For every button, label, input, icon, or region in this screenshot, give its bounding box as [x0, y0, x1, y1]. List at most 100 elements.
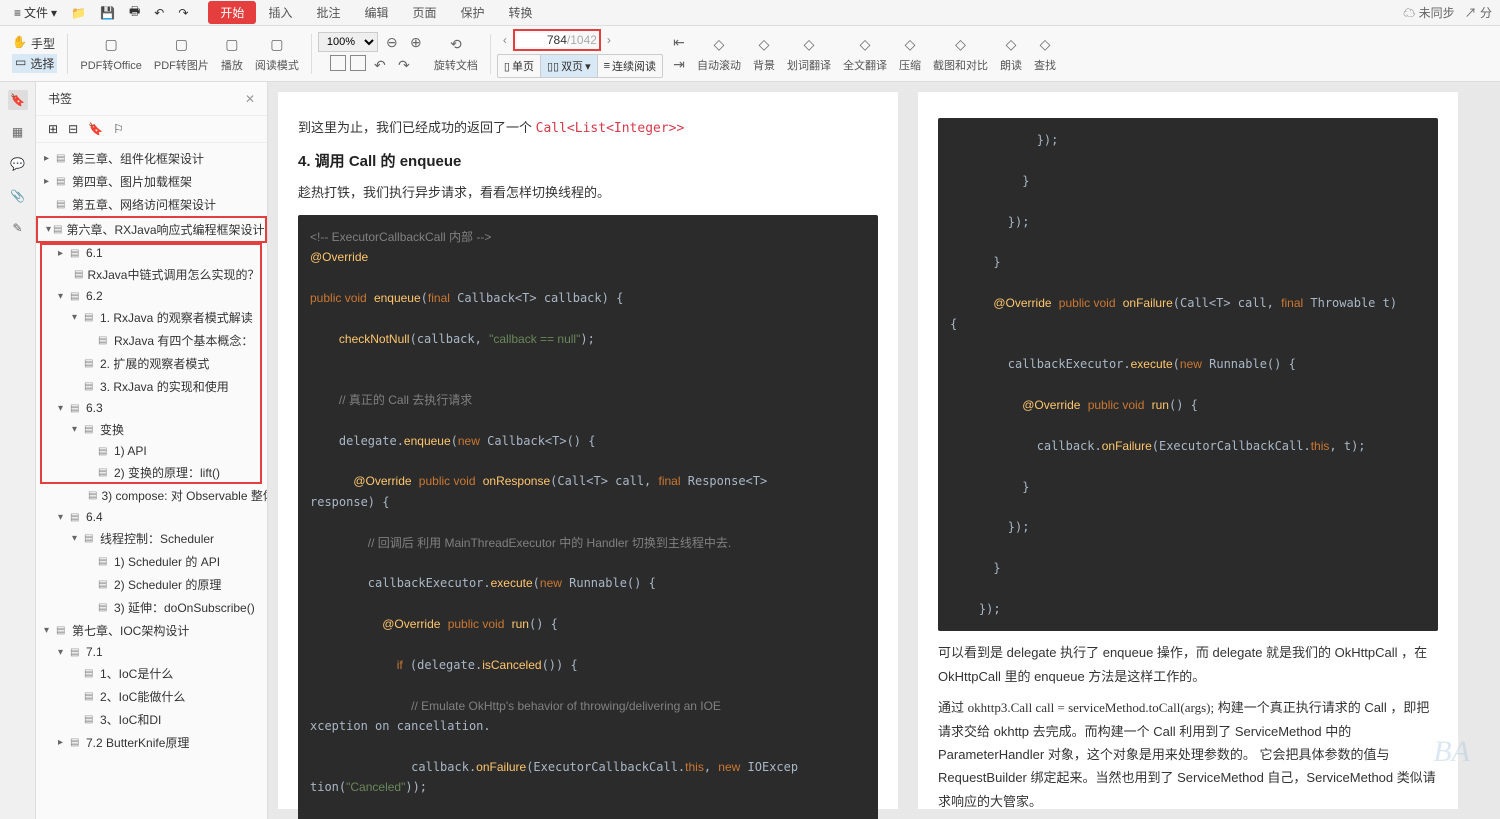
bookmark-item[interactable]: ▾▤6.2 — [36, 286, 267, 306]
undo-icon[interactable]: ↶ — [148, 4, 170, 22]
fit-page-icon[interactable] — [330, 55, 346, 71]
view-double[interactable]: ▯▯ 双页 ▾ — [541, 55, 598, 77]
tool-read-mode[interactable]: ▢阅读模式 — [249, 35, 305, 73]
thumbnail-rail-icon[interactable]: ▦ — [8, 122, 28, 142]
bookmark-item[interactable]: ▤3. RxJava 的实现和使用 — [36, 375, 267, 398]
tool-pdf-pic[interactable]: ▢PDF转图片 — [148, 35, 215, 73]
bookmark-item[interactable]: ▤2) 变换的原理：lift() — [36, 461, 267, 484]
select-tool[interactable]: ▭ 选择 — [12, 54, 57, 73]
bookmark-tree: ▸▤第三章、组件化框架设计▸▤第四章、图片加载框架▤第五章、网络访问框架设计▾▤… — [36, 143, 267, 819]
para: 趁热打铁，我们执行异步请求，看看怎样切换线程的。 — [298, 181, 878, 204]
tool-pdf-office[interactable]: ▢PDF转Office — [74, 35, 148, 73]
jump-last-icon[interactable]: ⇥ — [669, 55, 689, 75]
bookmark-item[interactable]: ▤1) Scheduler 的 API — [36, 550, 267, 573]
menubar: ≡ 文件 ▾ 📁 💾 🖶 ↶ ↷ 开始 插入 批注 编辑 页面 保护 转换 ☁ … — [0, 0, 1500, 26]
code-inline: Call<List<Integer>> — [536, 121, 685, 136]
page-total: /1042 — [567, 33, 597, 47]
bookmark-item[interactable]: ▤RxJava中链式调用怎么实现的？ — [36, 263, 267, 286]
tab-start[interactable]: 开始 — [208, 1, 256, 24]
bookmark-item[interactable]: ▤2. 扩展的观察者模式 — [36, 352, 267, 375]
bookmark-item[interactable]: ▾▤6.4 — [36, 507, 267, 527]
page-number-input[interactable] — [517, 33, 567, 47]
page-right: }); } }); } @Override public void onFail… — [918, 92, 1458, 809]
attach-rail-icon[interactable]: 📎 — [8, 186, 28, 206]
tool-wordtrans[interactable]: ◇划词翻译 — [781, 35, 837, 73]
rotate-right-icon[interactable]: ↷ — [394, 55, 414, 75]
bookmark-rail-icon[interactable]: 🔖 — [8, 90, 28, 110]
bookmark-sidebar: 书签 ✕ ⊞ ⊟ 🔖 ⚐ ▸▤第三章、组件化框架设计▸▤第四章、图片加载框架▤第… — [36, 82, 268, 819]
bookmark-item[interactable]: ▸▤6.1 — [36, 243, 267, 263]
tool-autoscroll[interactable]: ◇自动滚动 — [691, 35, 747, 73]
bookmark-item[interactable]: ▾▤第六章、RXJava响应式编程框架设计 — [36, 216, 267, 243]
page-left: 到这里为止，我们已经成功的返回了一个 Call<List<Integer>> 4… — [278, 92, 898, 809]
tab-insert[interactable]: 插入 — [256, 1, 304, 24]
bookmark-item[interactable]: ▾▤线程控制：Scheduler — [36, 527, 267, 550]
collapse-all-icon[interactable]: ⊟ — [68, 122, 78, 136]
bookmark-item[interactable]: ▾▤6.3 — [36, 398, 267, 418]
tab-review[interactable]: 批注 — [304, 1, 352, 24]
bookmark-item[interactable]: ▾▤第七章、IOC架构设计 — [36, 619, 267, 642]
redo-icon[interactable]: ↷ — [172, 4, 194, 22]
section-heading: 4. 调用 Call 的 enqueue — [298, 150, 878, 171]
view-cont[interactable]: ≡ 连续阅读 — [598, 55, 662, 77]
bookmark-item[interactable]: ▤第五章、网络访问框架设计 — [36, 193, 267, 216]
jump-first-icon[interactable]: ⇤ — [669, 33, 689, 53]
page-input-highlight: /1042 — [513, 29, 601, 51]
tool-bg[interactable]: ◇背景 — [747, 35, 781, 73]
prev-page[interactable]: ‹ — [497, 33, 513, 47]
share-btn[interactable]: ↗ 分 — [1465, 4, 1492, 21]
tool-compress[interactable]: ◇压缩 — [893, 35, 927, 73]
tab-convert[interactable]: 转换 — [497, 1, 545, 24]
zoom-out-icon[interactable]: ⊖ — [382, 32, 402, 52]
sync-status[interactable]: ☁ 未同步 — [1403, 4, 1454, 21]
bookmark-item[interactable]: ▤3) 延伸：doOnSubscribe() — [36, 596, 267, 619]
zoom-select[interactable]: 100% — [318, 32, 378, 52]
print-icon[interactable]: 🖶 — [123, 0, 146, 25]
code-block-left: <!-- ExecutorCallbackCall 内部 --> @Overri… — [298, 215, 878, 819]
comment-rail-icon[interactable]: 💬 — [8, 154, 28, 174]
tab-protect[interactable]: 保护 — [449, 1, 497, 24]
bookmark-item[interactable]: ▤1、IoC是什么 — [36, 662, 267, 685]
bookmark-item[interactable]: ▤2) Scheduler 的原理 — [36, 573, 267, 596]
bookmark-item[interactable]: ▤2、IoC能做什么 — [36, 685, 267, 708]
document-view[interactable]: 到这里为止，我们已经成功的返回了一个 Call<List<Integer>> 4… — [268, 82, 1500, 819]
watermark: BA — [1433, 735, 1470, 769]
tool-fulltrans[interactable]: ◇全文翻译 — [837, 35, 893, 73]
tool-readout[interactable]: ◇朗读 — [994, 35, 1028, 73]
left-rail: 🔖 ▦ 💬 📎 ✎ — [0, 82, 36, 819]
bookmark-item[interactable]: ▾▤1. RxJava 的观察者模式解读 — [36, 306, 267, 329]
zoom-in-icon[interactable]: ⊕ — [406, 32, 426, 52]
next-page[interactable]: › — [601, 33, 617, 47]
open-icon[interactable]: 📁 — [65, 4, 92, 22]
rotate-left-icon[interactable]: ↶ — [370, 55, 390, 75]
save-icon[interactable]: 💾 — [94, 4, 121, 22]
para: 通过 okhttp3.Call call = serviceMethod.toC… — [938, 696, 1438, 813]
rotate-doc[interactable]: ⟲旋转文档 — [428, 35, 484, 73]
tool-play[interactable]: ▢播放 — [215, 35, 249, 73]
bookmark-item[interactable]: ▸▤第三章、组件化框架设计 — [36, 147, 267, 170]
tool-crop[interactable]: ◇截图和对比 — [927, 35, 994, 73]
hand-tool[interactable]: ✋ 手型 — [12, 35, 57, 52]
bookmark-item[interactable]: ▤3) compose: 对 Observable 整体的变换 — [36, 484, 267, 507]
bookmark-item[interactable]: ▾▤7.1 — [36, 642, 267, 662]
expand-all-icon[interactable]: ⊞ — [48, 122, 58, 136]
add-bookmark-icon[interactable]: 🔖 — [88, 122, 103, 136]
view-single[interactable]: ▯ 单页 — [498, 55, 541, 77]
toolbar: ✋ 手型 ▭ 选择 ▢PDF转Office▢PDF转图片▢播放▢阅读模式 100… — [0, 26, 1500, 82]
tool-find[interactable]: ◇查找 — [1028, 35, 1062, 73]
bookmark-item[interactable]: ▸▤第四章、图片加载框架 — [36, 170, 267, 193]
bookmark-opt-icon[interactable]: ⚐ — [113, 122, 124, 136]
menu-hamburger[interactable]: ≡ 文件 ▾ — [8, 2, 63, 23]
bookmark-item[interactable]: ▤3、IoC和DI — [36, 708, 267, 731]
tab-edit[interactable]: 编辑 — [352, 1, 400, 24]
bookmark-item[interactable]: ▤RxJava 有四个基本概念： — [36, 329, 267, 352]
bookmark-item[interactable]: ▾▤变换 — [36, 418, 267, 441]
bookmark-item[interactable]: ▸▤7.2 ButterKnife原理 — [36, 731, 267, 754]
edit-rail-icon[interactable]: ✎ — [8, 218, 28, 238]
para: 可以看到是 delegate 执行了 enqueue 操作，而 delegate… — [938, 641, 1438, 688]
fit-width-icon[interactable] — [350, 55, 366, 71]
sidebar-close-icon[interactable]: ✕ — [245, 92, 255, 106]
bookmark-item[interactable]: ▤1) API — [36, 441, 267, 461]
tab-page[interactable]: 页面 — [400, 1, 448, 24]
code-block-right: }); } }); } @Override public void onFail… — [938, 118, 1438, 631]
